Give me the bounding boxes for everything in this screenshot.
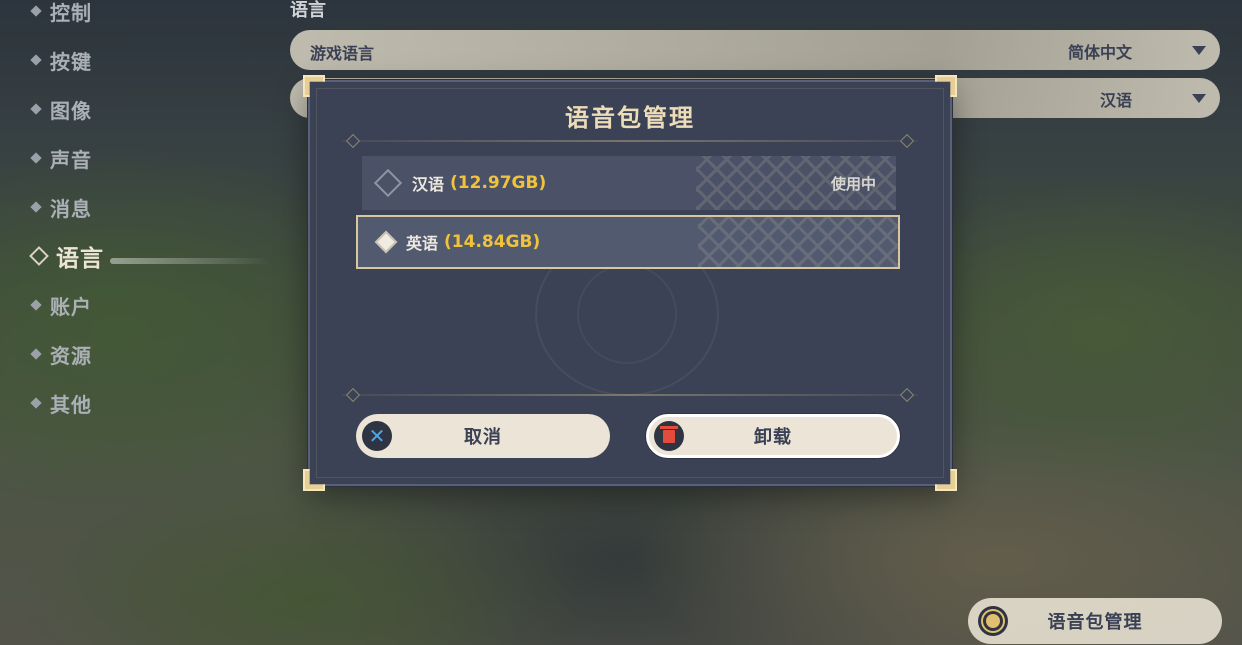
menu-item-account[interactable]: 账户 <box>30 290 92 320</box>
uninstall-button[interactable]: 卸载 <box>646 414 900 458</box>
corner-ornament-icon <box>935 75 957 97</box>
dialog-title: 语音包管理 <box>565 104 695 132</box>
in-use-badge: 使用中 <box>830 174 876 193</box>
menu-item-language[interactable]: 语言 <box>29 241 104 272</box>
game-language-row[interactable]: 游戏语言 简体中文 <box>290 30 1220 70</box>
corner-ornament-icon <box>935 469 957 491</box>
setting-name: 游戏语言 <box>310 44 375 63</box>
voice-pack-item-english[interactable]: 英语 (14.84GB) <box>356 215 900 269</box>
menu-item-graphics[interactable]: 图像 <box>30 94 92 124</box>
menu-item-label: 声音 <box>50 147 92 172</box>
checkbox-diamond-checked-icon[interactable] <box>374 230 398 254</box>
menu-item-label: 其他 <box>50 392 92 417</box>
pattern-decoration <box>698 217 898 267</box>
bullet-icon <box>30 397 42 409</box>
cancel-button-label: 取消 <box>464 427 502 448</box>
trash-icon <box>654 421 684 451</box>
voice-pack-manage-label: 语音包管理 <box>1047 612 1143 633</box>
menu-item-label: 按键 <box>50 49 92 74</box>
settings-menu: 控制 按键 图像 声音 消息 语言 账户 资源 其他 <box>0 0 280 645</box>
divider <box>342 140 918 142</box>
menu-item-label: 语言 <box>56 246 104 272</box>
bullet-icon <box>30 201 42 213</box>
menu-item-audio[interactable]: 声音 <box>30 143 92 173</box>
voice-pack-name: 英语 <box>406 234 439 253</box>
corner-ornament-icon <box>303 75 325 97</box>
menu-item-label: 资源 <box>50 343 92 368</box>
menu-item-resources[interactable]: 资源 <box>30 339 92 369</box>
menu-item-label: 消息 <box>50 196 92 221</box>
voice-pack-item-chinese[interactable]: 汉语 (12.97GB) 使用中 <box>362 156 896 210</box>
bullet-icon <box>30 299 42 311</box>
section-title: 语言 <box>290 0 326 21</box>
dropdown-arrow-icon <box>1192 94 1206 103</box>
divider <box>342 394 918 396</box>
menu-item-other[interactable]: 其他 <box>30 388 92 418</box>
bullet-icon <box>30 103 42 115</box>
active-diamond-icon <box>29 246 49 266</box>
voice-pack-size: (12.97GB) <box>450 173 547 193</box>
menu-item-label: 图像 <box>50 98 92 123</box>
menu-item-label: 账户 <box>50 294 92 319</box>
dropdown-arrow-icon <box>1192 46 1206 55</box>
cancel-button[interactable]: ✕ 取消 <box>356 414 610 458</box>
bullet-icon <box>30 5 42 17</box>
voice-pack-manage-button[interactable]: 语音包管理 <box>968 598 1222 644</box>
gear-icon <box>978 606 1008 636</box>
setting-value: 简体中文 <box>1067 43 1132 62</box>
checkbox-diamond-icon[interactable] <box>373 168 403 198</box>
active-indicator <box>110 258 270 264</box>
uninstall-button-label: 卸载 <box>754 427 792 448</box>
setting-value: 汉语 <box>1099 91 1132 110</box>
voice-pack-name: 汉语 <box>412 175 445 194</box>
voice-pack-size: (14.84GB) <box>444 232 541 252</box>
x-icon: ✕ <box>362 421 392 451</box>
bullet-icon <box>30 54 42 66</box>
corner-ornament-icon <box>303 469 325 491</box>
menu-item-controls[interactable]: 控制 <box>30 0 92 26</box>
bullet-icon <box>30 348 42 360</box>
bullet-icon <box>30 152 42 164</box>
menu-item-label: 控制 <box>50 0 92 25</box>
menu-item-keys[interactable]: 按键 <box>30 45 92 75</box>
menu-item-messages[interactable]: 消息 <box>30 192 92 222</box>
